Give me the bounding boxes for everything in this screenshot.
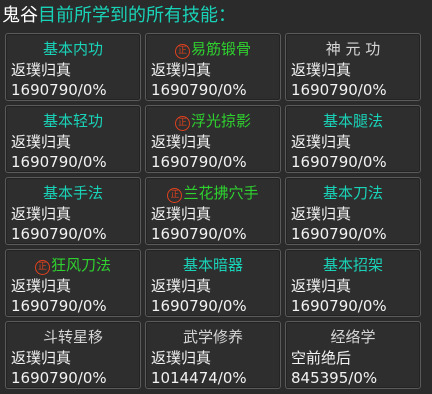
skill-exp: 1690790/0% [151,153,247,171]
skill-name: 经络学 [291,326,420,348]
skill-name: 基本轻功 [11,110,140,132]
skill-grid: 基本内功 返璞归真 1690790/0% 正易筋锻骨 返璞归真 1690790/0% 神 元… [5,33,421,389]
skill-level: 返璞归真 [11,133,72,151]
skill-name-text: 基本刀法 [322,184,383,202]
skill-exp: 1690790/0% [291,297,387,315]
skill-name-text: 基本手法 [42,184,103,202]
skill-level: 返璞归真 [291,133,352,151]
skill-name: 武学修养 [151,326,280,348]
panel-header: 鬼谷 目前所学到的所有技能： [2,2,236,30]
skill-exp: 1690790/0% [11,153,107,171]
skill-card[interactable]: 基本手法返璞归真 1690790/0% [5,177,141,245]
skill-level: 返璞归真 [151,61,212,79]
skill-level: 返璞归真 [11,205,72,223]
skill-card[interactable]: 正狂风刀法 返璞归真 1690790/0% [5,249,141,317]
skill-level: 返璞归真 [11,277,72,295]
skill-exp: 1690790/0% [291,81,387,99]
skill-name: 正兰花拂穴手 [151,182,280,204]
skill-level: 返璞归真 [151,349,212,367]
skill-card[interactable]: 基本腿法返璞归真 1690790/0% [285,105,421,173]
skill-level: 返璞归真 [11,349,72,367]
skill-name: 基本腿法 [291,110,420,132]
skill-exp: 1690790/0% [11,81,107,99]
skill-card[interactable]: 基本暗器返璞归真 1690790/0% [145,249,281,317]
skill-card[interactable]: 基本轻功返璞归真 1690790/0% [5,105,141,173]
skill-name-text: 基本招架 [322,256,383,274]
skill-name-text: 斗转星移 [42,328,103,346]
skill-name-text: 兰花拂穴手 [183,184,259,202]
skill-name-text: 基本内功 [42,40,103,58]
skill-name: 基本内功 [11,38,140,60]
skill-exp: 845395/0% [291,369,378,387]
orthodox-badge-icon: 正 [174,44,190,59]
skill-exp: 1690790/0% [11,369,107,387]
skill-name-text: 基本腿法 [322,112,383,130]
skill-name: 基本手法 [11,182,140,204]
skill-name: 正狂风刀法 [11,254,140,276]
skill-name: 基本暗器 [151,254,280,276]
skill-name-text: 易筋锻骨 [190,40,251,58]
skill-level: 空前绝后 [291,349,352,367]
skill-name-text: 武学修养 [182,328,243,346]
skill-card[interactable]: 基本招架返璞归真 1690790/0% [285,249,421,317]
skill-name-text: 基本暗器 [182,256,243,274]
skill-exp: 1690790/0% [291,225,387,243]
skill-name: 正浮光掠影 [151,110,280,132]
skill-name: 斗转星移 [11,326,140,348]
skill-name: 基本刀法 [291,182,420,204]
skill-exp: 1690790/0% [151,225,247,243]
skill-exp: 1690790/0% [151,297,247,315]
skill-level: 返璞归真 [11,61,72,79]
page-title: 目前所学到的所有技能： [38,5,236,26]
skill-card[interactable]: 正浮光掠影 返璞归真 1690790/0% [145,105,281,173]
orthodox-badge-icon: 正 [34,260,50,275]
skill-exp: 1690790/0% [11,225,107,243]
orthodox-badge-icon: 正 [167,188,183,203]
skill-card[interactable]: 武学修养返璞归真 1014474/0% [145,321,281,389]
skill-level: 返璞归真 [291,205,352,223]
skill-name-text: 狂风刀法 [50,256,111,274]
skill-card[interactable]: 正易筋锻骨 返璞归真 1690790/0% [145,33,281,101]
skill-name: 神 元 功 [291,38,420,60]
skill-name: 基本招架 [291,254,420,276]
skill-level: 返璞归真 [151,277,212,295]
skill-card[interactable]: 经络学空前绝后 845395/0% [285,321,421,389]
skill-card[interactable]: 斗转星移返璞归真 1690790/0% [5,321,141,389]
skill-name-text: 浮光掠影 [190,112,251,130]
skill-exp: 1690790/0% [11,297,107,315]
skill-card[interactable]: 基本内功返璞归真 1690790/0% [5,33,141,101]
skill-card[interactable]: 神 元 功返璞归真 1690790/0% [285,33,421,101]
skill-level: 返璞归真 [151,205,212,223]
skill-name-text: 神 元 功 [325,40,381,58]
skill-level: 返璞归真 [291,277,352,295]
skill-card[interactable]: 基本刀法返璞归真 1690790/0% [285,177,421,245]
skill-name-text: 基本轻功 [42,112,103,130]
skill-level: 返璞归真 [291,61,352,79]
skill-name-text: 经络学 [330,328,376,346]
skill-name: 正易筋锻骨 [151,38,280,60]
character-name: 鬼谷 [2,5,38,26]
skill-exp: 1690790/0% [151,81,247,99]
orthodox-badge-icon: 正 [174,116,190,131]
skill-exp: 1690790/0% [291,153,387,171]
skill-level: 返璞归真 [151,133,212,151]
skill-exp: 1014474/0% [151,369,247,387]
skill-card[interactable]: 正兰花拂穴手 返璞归真 1690790/0% [145,177,281,245]
